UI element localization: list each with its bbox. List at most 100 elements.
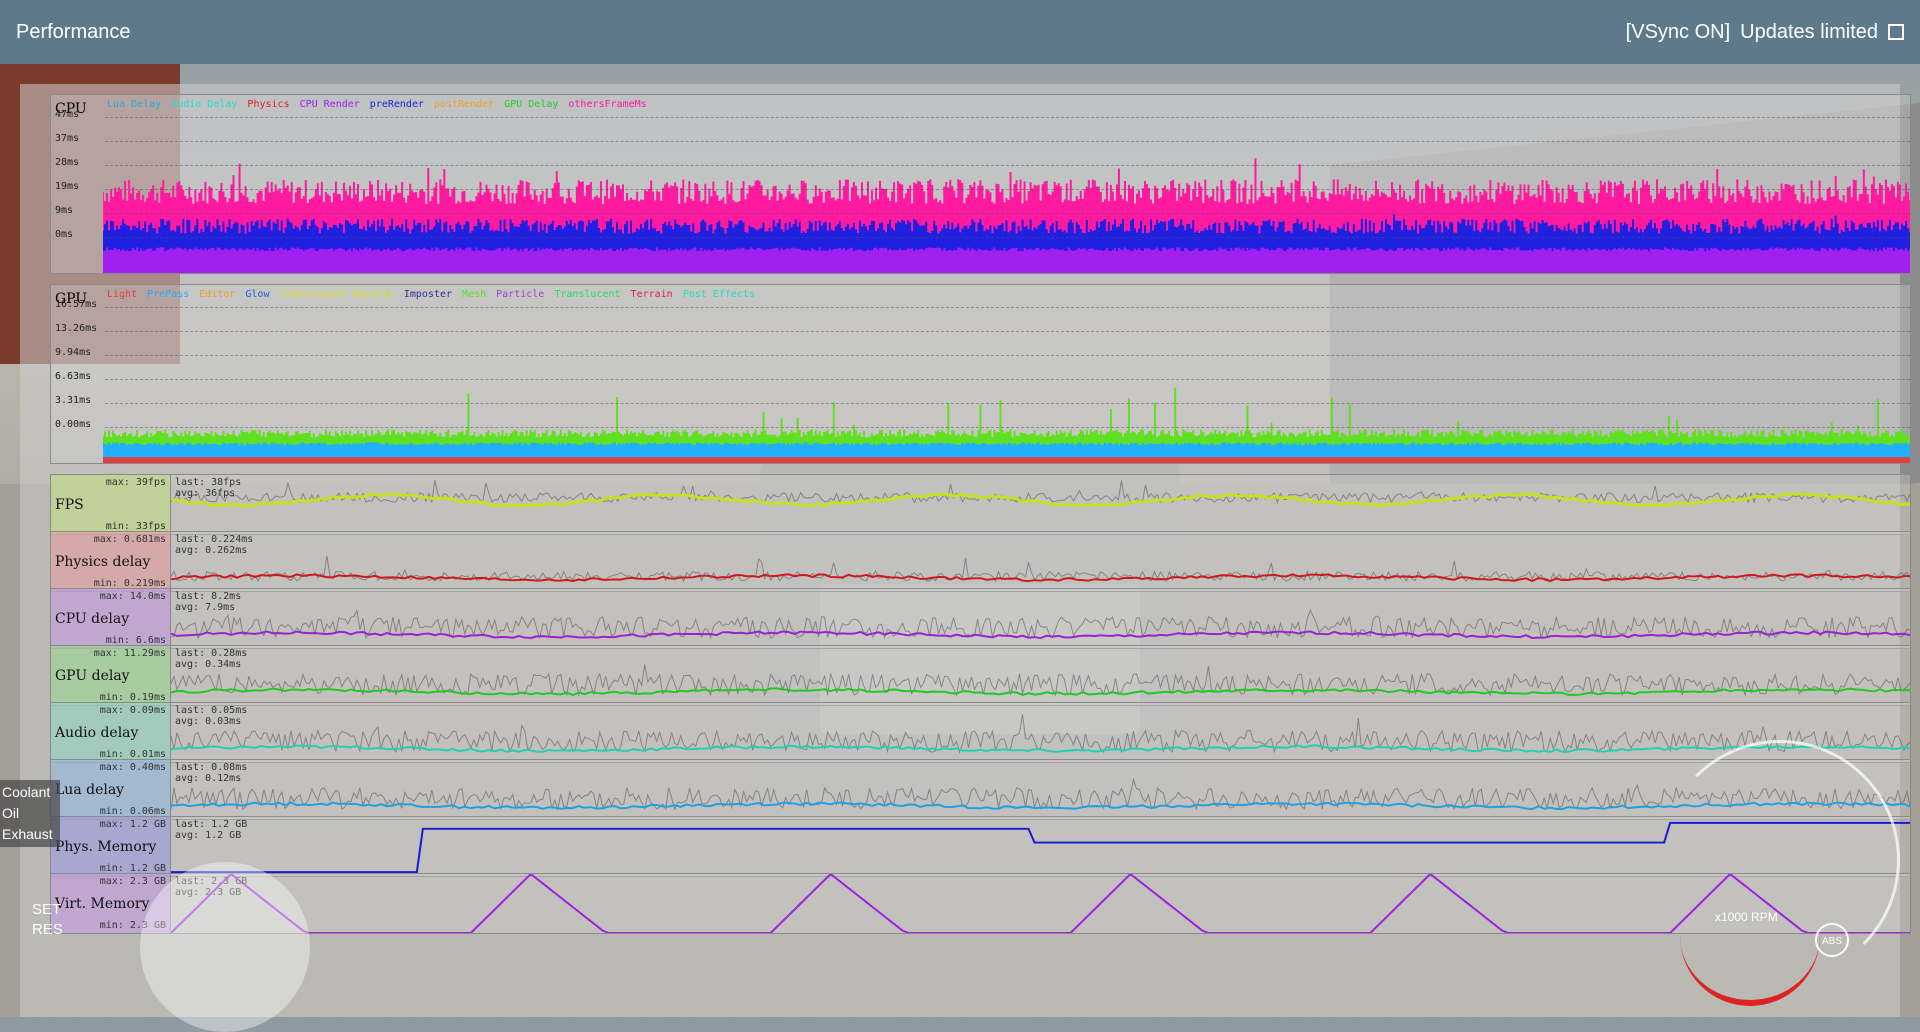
performance-header: Performance [VSync ON] Updates limited — [0, 0, 1920, 64]
metric-name: CPU delay — [55, 611, 130, 627]
cpu-plot — [103, 115, 1910, 273]
exhaust-label: Exhaust — [2, 826, 53, 842]
stacked-series — [103, 457, 1910, 463]
grid-line — [105, 117, 1910, 118]
gpu-legend-item: PrePass — [147, 289, 190, 300]
raw-trace — [171, 777, 1910, 811]
cpu-y-tick: 47ms — [55, 109, 80, 120]
metric-trace — [171, 801, 1910, 811]
performance-panel: CPU Lua Delay Audio Delay Physics CPU Rende… — [20, 84, 1911, 1017]
metric-plot — [171, 703, 1910, 762]
metric-last: last: 8.2ms — [175, 591, 242, 602]
metric-avg: avg: 7.9ms — [175, 602, 236, 613]
metric-label-box: Audio delay max: 0.09ms min: 0.01ms — [51, 703, 171, 762]
metric-avg: avg: 0.34ms — [175, 659, 242, 670]
metric-row: Audio delay max: 0.09ms min: 0.01ms last… — [50, 702, 1911, 763]
metric-max: max: 0.09ms — [99, 705, 166, 716]
metric-max: max: 1.2 GB — [99, 819, 166, 830]
metric-trace — [171, 874, 1910, 933]
cpu-y-tick: 0ms — [55, 229, 74, 240]
grid-line — [105, 379, 1910, 380]
coolant-label: Coolant — [2, 784, 51, 800]
metric-name: Phys. Memory — [55, 839, 157, 855]
metric-trace — [171, 687, 1910, 697]
minimap — [140, 862, 310, 1032]
redline-arc — [1680, 930, 1820, 1006]
grid-line — [105, 307, 1910, 308]
updates-limited-label: Updates limited — [1740, 20, 1878, 43]
window-title: Performance — [16, 20, 131, 43]
metric-avg: avg: 0.03ms — [175, 716, 242, 727]
cpu-y-tick: 37ms — [55, 133, 80, 144]
metric-name: FPS — [55, 497, 84, 513]
metric-avg: avg: 0.12ms — [175, 773, 242, 784]
metric-avg: avg: 36fps — [175, 488, 236, 499]
grid-line — [105, 355, 1910, 356]
metric-avg: avg: 1.2 GB — [175, 830, 242, 841]
grid-line — [105, 331, 1910, 332]
cruise-res[interactable]: RES — [32, 920, 63, 940]
metric-last: last: 0.08ms — [175, 762, 248, 773]
raw-trace — [171, 664, 1910, 697]
grid-line — [105, 189, 1910, 190]
grid-line — [105, 165, 1910, 166]
cpu-legend-item: preRender — [369, 99, 424, 110]
gpu-legend: Light PrePass Editor Glow Translucent Object… — [107, 289, 755, 300]
metric-max: max: 14.0ms — [99, 591, 166, 602]
metric-row: GPU delay max: 11.29ms min: 0.19ms last:… — [50, 645, 1911, 706]
cruise-set[interactable]: SET — [32, 900, 63, 920]
gpu-legend-item: Translucent Objects — [279, 289, 394, 300]
cpu-y-tick: 28ms — [55, 157, 80, 168]
metric-max: max: 39fps — [105, 477, 166, 488]
cpu-graph: CPU Lua Delay Audio Delay Physics CPU Rende… — [50, 94, 1911, 274]
metric-label-box: Lua delay max: 0.40ms min: 0.06ms — [51, 760, 171, 819]
gpu-legend-item: Translucent — [554, 289, 621, 300]
gpu-legend-item: Editor — [199, 289, 236, 300]
updates-limited-checkbox[interactable] — [1888, 24, 1904, 40]
metric-max: max: 0.681ms — [93, 534, 166, 545]
gpu-legend-item: Post Effects — [682, 289, 755, 300]
metric-plot — [171, 589, 1910, 648]
cpu-legend-item: othersFrameMs — [568, 99, 647, 110]
metric-plot — [171, 817, 1910, 876]
cpu-y-tick: 19ms — [55, 181, 80, 192]
cpu-legend-item: CPU Render — [299, 99, 360, 110]
gpu-y-tick: 6.63ms — [55, 371, 92, 382]
metric-last: last: 1.2 GB — [175, 819, 248, 830]
cpu-legend-item: postRender — [433, 99, 495, 110]
gpu-y-tick: 13.26ms — [55, 323, 98, 334]
gpu-y-tick: 0.00ms — [55, 419, 92, 430]
metric-last: last: 0.224ms — [175, 534, 254, 545]
cpu-y-tick: 9ms — [55, 205, 74, 216]
metric-trace — [171, 821, 1910, 874]
metric-row: FPS max: 39fps min: 33fps last: 38fps av… — [50, 474, 1911, 535]
oil-label: Oil — [2, 805, 20, 821]
metric-row: CPU delay max: 14.0ms min: 6.6ms last: 8… — [50, 588, 1911, 649]
metric-name: Virt. Memory — [55, 896, 150, 912]
cpu-legend-item: Audio Delay — [171, 99, 238, 110]
grid-line — [105, 141, 1910, 142]
grid-line — [105, 427, 1910, 428]
rpm-unit-label: x1000 RPM — [1715, 910, 1778, 924]
metric-name: GPU delay — [55, 668, 130, 684]
metric-label-box: CPU delay max: 14.0ms min: 6.6ms — [51, 589, 171, 648]
cpu-legend: Lua Delay Audio Delay Physics CPU Render pre… — [107, 99, 647, 110]
raw-trace — [171, 714, 1910, 754]
metric-max: max: 11.29ms — [93, 648, 166, 659]
metric-row: Physics delay max: 0.681ms min: 0.219ms … — [50, 531, 1911, 592]
metric-plot — [171, 760, 1910, 819]
grid-line — [105, 237, 1910, 238]
metric-last: last: 0.28ms — [175, 648, 248, 659]
grid-line — [105, 213, 1910, 214]
metric-max: max: 0.40ms — [99, 762, 166, 773]
stacked-series — [103, 247, 1910, 273]
cpu-legend-item: GPU Delay — [504, 99, 559, 110]
gpu-y-tick: 16.57ms — [55, 299, 98, 310]
metric-plot — [171, 475, 1910, 534]
metric-row: Lua delay max: 0.40ms min: 0.06ms last: … — [50, 759, 1911, 820]
metric-last: last: 0.05ms — [175, 705, 248, 716]
metric-row: Virt. Memory max: 2.3 GB min: 2.3 GB las… — [50, 873, 1911, 934]
metric-plot — [171, 532, 1910, 591]
cpu-legend-item: Lua Delay — [107, 99, 162, 110]
engine-temps-hud: Coolant Oil Exhaust — [0, 780, 60, 847]
